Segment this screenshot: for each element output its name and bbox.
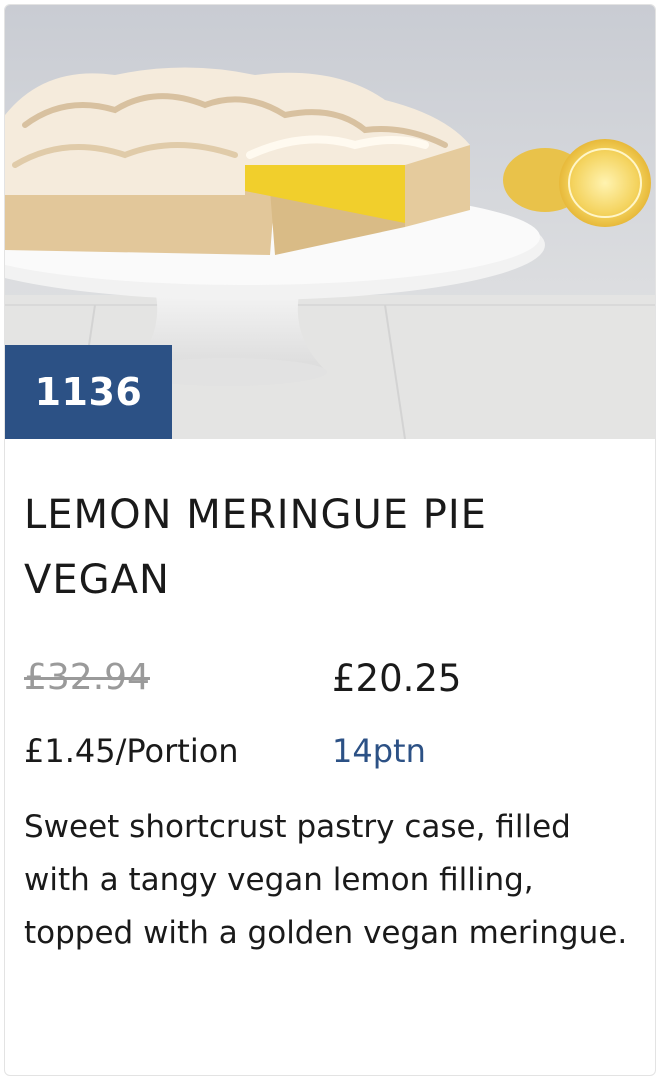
product-card[interactable]: 1136 LEMON MERINGUE PIE VEGAN £32.94 £20… xyxy=(4,4,656,1076)
sale-price: £20.25 xyxy=(332,657,462,700)
product-title[interactable]: LEMON MERINGUE PIE VEGAN xyxy=(24,483,624,613)
product-image[interactable]: 1136 xyxy=(5,5,655,439)
price-per-portion: £1.45/Portion xyxy=(24,732,239,770)
portion-count: 14ptn xyxy=(332,732,426,770)
original-price: £32.94 xyxy=(24,657,150,698)
product-code-badge: 1136 xyxy=(5,345,172,439)
product-description: Sweet shortcrust pastry case, filled wit… xyxy=(24,809,628,951)
